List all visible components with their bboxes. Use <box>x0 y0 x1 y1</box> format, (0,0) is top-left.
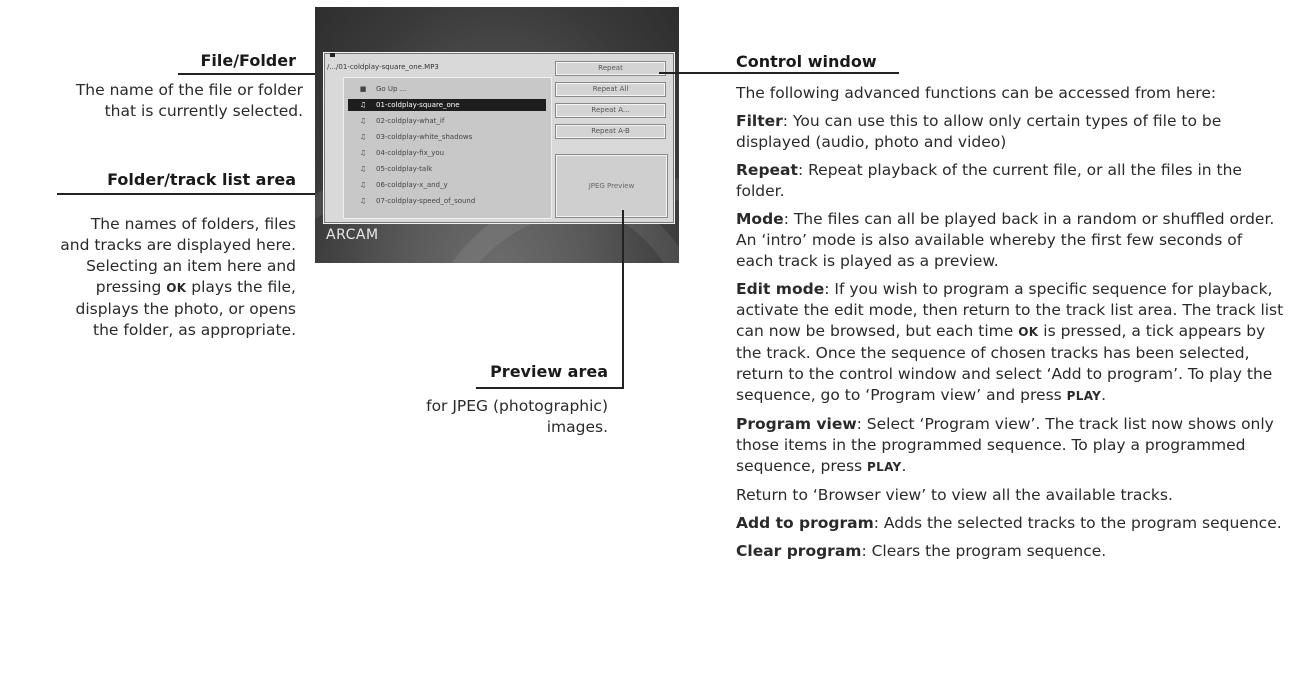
list-item[interactable]: ♫ 05-coldplay-talk <box>348 163 546 175</box>
clear-program-term: Clear program <box>736 542 862 560</box>
file-folder-heading: File/Folder <box>200 51 296 70</box>
folder-icon: ■ <box>359 85 367 93</box>
mode-text: : The files can all be played back in a … <box>736 210 1275 270</box>
add-to-program-text: : Adds the selected tracks to the progra… <box>873 514 1282 532</box>
mode-paragraph: Mode: The files can all be played back i… <box>736 209 1284 272</box>
edit-mode-text: . <box>1101 386 1107 404</box>
desc-line: the folder, as appropriate. <box>93 321 296 339</box>
desc-line: and tracks are displayed here. <box>60 236 296 254</box>
edit-mode-paragraph: Edit mode: If you wish to program a spec… <box>736 279 1284 407</box>
list-item[interactable]: ♫ 02-coldplay-what_if <box>348 115 546 127</box>
add-to-program-paragraph: Add to program: Adds the selected tracks… <box>736 513 1284 534</box>
edit-mode-term: Edit mode <box>736 280 825 298</box>
control-window-description: The following advanced functions can be … <box>736 83 1284 562</box>
browser-view-paragraph: Return to ‘Browser view’ to view all the… <box>736 486 1173 504</box>
list-item[interactable]: ♫ 03-coldplay-white_shadows <box>348 131 546 143</box>
folder-track-rule <box>57 193 350 195</box>
music-note-icon: ♫ <box>359 133 367 141</box>
repeat-paragraph: Repeat: Repeat playback of the current f… <box>736 160 1284 202</box>
music-note-icon: ♫ <box>359 197 367 205</box>
desc-line: displays the photo, or opens <box>75 300 296 318</box>
program-view-paragraph: Program view: Select ‘Program view’. The… <box>736 414 1284 478</box>
ui-screenshot: /.../01-coldplay-square_one.MP3 ■ Go Up .… <box>315 7 679 263</box>
list-item-label: 06-coldplay-x_and_y <box>376 181 448 189</box>
list-item[interactable]: ♫ 07-coldplay-speed_of_sound <box>348 195 546 207</box>
control-window-heading: Control window <box>736 52 877 71</box>
filter-text: : You can use this to allow only certain… <box>736 112 1222 151</box>
list-item-label: 07-coldplay-speed_of_sound <box>376 197 476 205</box>
desc-text: plays the file, <box>186 278 296 296</box>
file-path: /.../01-coldplay-square_one.MP3 <box>327 63 439 71</box>
desc-line: pressing OK plays the file, <box>0 277 296 299</box>
repeat-term: Repeat <box>736 161 798 179</box>
list-item-label: 02-coldplay-what_if <box>376 117 445 125</box>
program-view-text: . <box>901 457 907 475</box>
music-note-icon: ♫ <box>359 101 367 109</box>
music-note-icon: ♫ <box>359 149 367 157</box>
desc-line: The name of the file or folder <box>75 81 303 99</box>
clear-program-paragraph: Clear program: Clears the program sequen… <box>736 541 1284 562</box>
path-marker-icon <box>330 53 335 57</box>
ok-key-label: OK <box>1018 325 1039 339</box>
desc-line: that is currently selected. <box>104 102 303 120</box>
list-item-selected[interactable]: ♫ 01-coldplay-square_one <box>348 99 546 111</box>
browser-panel: /.../01-coldplay-square_one.MP3 ■ Go Up .… <box>323 52 675 224</box>
add-to-program-term: Add to program <box>736 514 874 532</box>
list-item-label: 03-coldplay-white_shadows <box>376 133 473 141</box>
list-item-label: Go Up ... <box>376 85 407 93</box>
list-item[interactable]: ♫ 06-coldplay-x_and_y <box>348 179 546 191</box>
folder-track-heading: Folder/track list area <box>107 170 296 189</box>
preview-vertical-rule <box>622 210 624 388</box>
list-item-label: 05-coldplay-talk <box>376 165 433 173</box>
intro-paragraph: The following advanced functions can be … <box>736 84 1217 102</box>
mode-term: Mode <box>736 210 784 228</box>
desc-line: for JPEG (photographic) <box>426 397 608 415</box>
file-folder-rule <box>178 73 331 75</box>
play-key-label: PLAY <box>1066 389 1102 403</box>
repeat-all-button[interactable]: Repeat All <box>556 83 665 96</box>
play-key-label: PLAY <box>867 460 902 474</box>
desc-line: Selecting an item here and <box>86 257 296 275</box>
file-folder-description: The name of the file or folder that is c… <box>0 80 303 122</box>
clear-program-text: : Clears the program sequence. <box>861 542 1107 560</box>
list-item-label: 01-coldplay-square_one <box>376 101 460 109</box>
filter-paragraph: Filter: You can use this to allow only c… <box>736 111 1284 153</box>
control-window-rule <box>659 72 899 74</box>
filter-term: Filter <box>736 112 783 130</box>
desc-line: The names of folders, files <box>90 215 296 233</box>
desc-text: pressing <box>95 278 167 296</box>
music-note-icon: ♫ <box>359 117 367 125</box>
repeat-ab-button[interactable]: Repeat A-B <box>556 125 665 138</box>
program-view-term: Program view <box>736 415 857 433</box>
track-list: ■ Go Up ... ♫ 01-coldplay-square_one ♫ 02-c… <box>343 77 552 219</box>
list-item-label: 04-coldplay-fix_you <box>376 149 445 157</box>
repeat-text: : Repeat playback of the current file, o… <box>736 161 1242 200</box>
list-item[interactable]: ♫ 04-coldplay-fix_you <box>348 147 546 159</box>
arcam-logo: ARCAM <box>326 227 379 243</box>
music-note-icon: ♫ <box>359 181 367 189</box>
music-note-icon: ♫ <box>359 165 367 173</box>
preview-horizontal-rule <box>476 387 624 389</box>
repeat-button[interactable]: Repeat <box>556 62 665 75</box>
folder-track-description: The names of folders, files and tracks a… <box>0 214 296 341</box>
preview-area-heading: Preview area <box>490 362 608 381</box>
repeat-a-button[interactable]: Repeat A... <box>556 104 665 117</box>
ok-key-label: OK <box>166 281 187 295</box>
desc-line: images. <box>546 418 608 436</box>
list-item-go-up[interactable]: ■ Go Up ... <box>348 83 546 95</box>
jpeg-preview-pane: JPEG Preview <box>556 155 667 217</box>
preview-area-description: for JPEG (photographic) images. <box>308 396 608 438</box>
